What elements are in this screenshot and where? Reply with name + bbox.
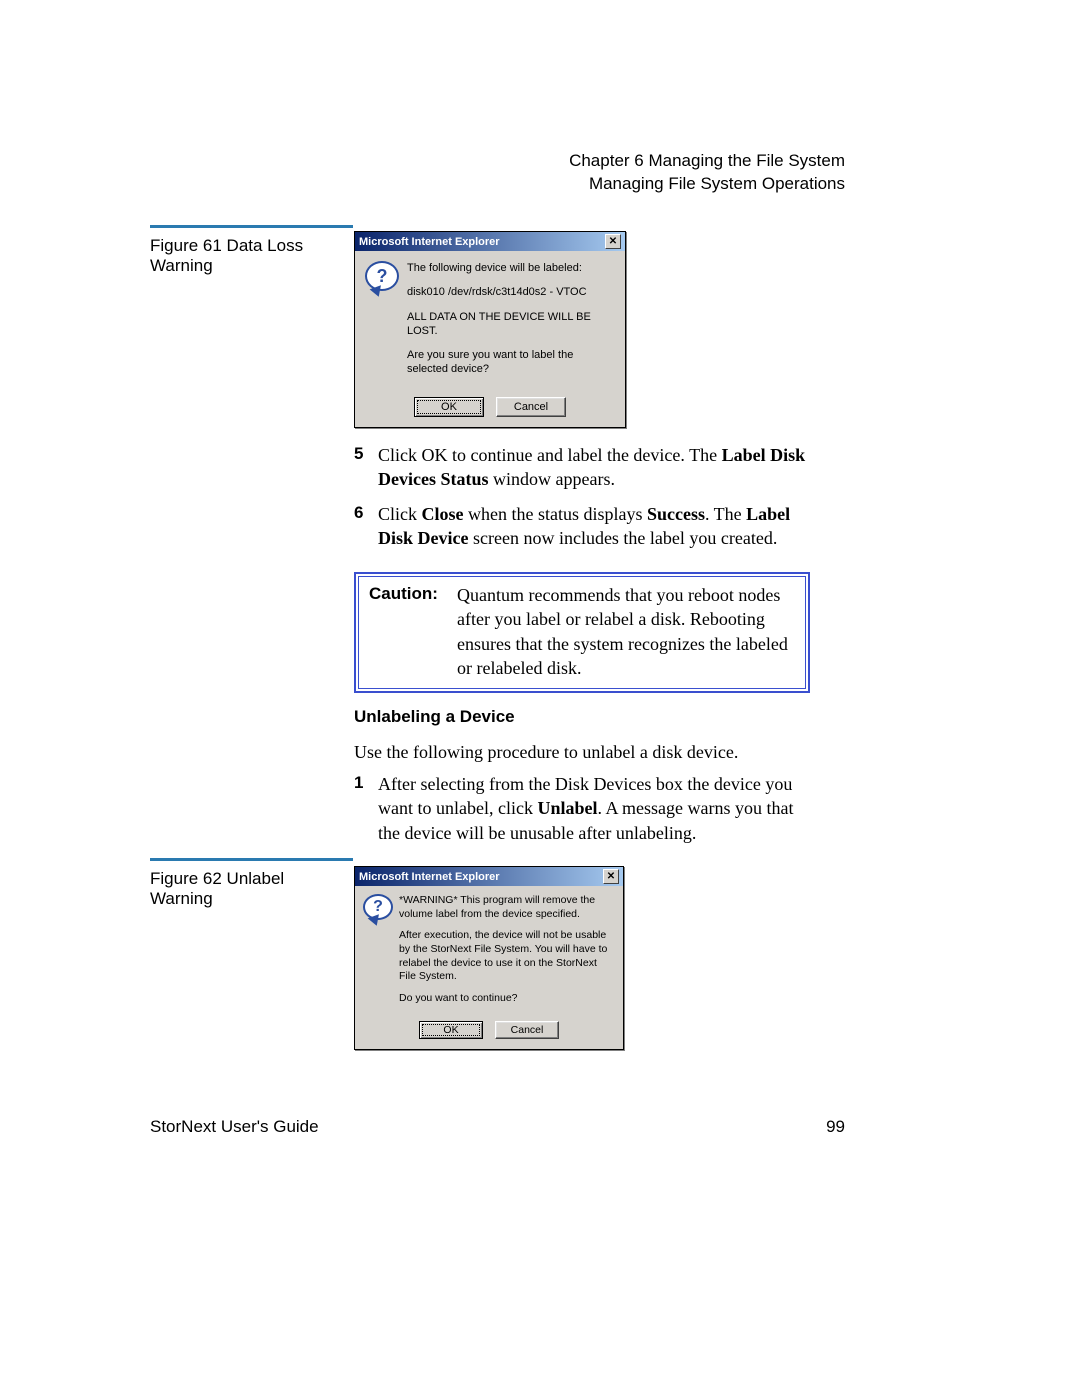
- chapter-line: Chapter 6 Managing the File System: [569, 150, 845, 173]
- dialog-line3: ALL DATA ON THE DEVICE WILL BE LOST.: [407, 310, 615, 339]
- unlabel-intro: Use the following procedure to unlabel a…: [354, 740, 814, 764]
- data-loss-warning-dialog: Microsoft Internet Explorer ✕ ? The foll…: [354, 231, 626, 428]
- dialog-line4: Are you sure you want to label the selec…: [407, 348, 615, 377]
- step-5-text: Click OK to continue and label the devic…: [378, 443, 814, 492]
- step-6-text: Click Close when the status displays Suc…: [378, 502, 814, 551]
- unlabeling-subhead: Unlabeling a Device: [354, 707, 515, 727]
- dialog-message: The following device will be labeled: di…: [407, 261, 615, 387]
- cancel-button[interactable]: Cancel: [496, 397, 566, 417]
- dialog-line1: The following device will be labeled:: [407, 261, 615, 275]
- step-1-unlabel: 1 After selecting from the Disk Devices …: [354, 772, 814, 855]
- dialog-line2: disk010 /dev/rdsk/c3t14d0s2 - VTOC: [407, 285, 615, 299]
- steps-5-6: 5 Click OK to continue and label the dev…: [354, 443, 814, 560]
- page-number: 99: [826, 1117, 845, 1137]
- cancel-button[interactable]: Cancel: [495, 1021, 559, 1039]
- question-icon: ?: [365, 261, 397, 387]
- step-number: 1: [354, 772, 378, 845]
- dialog-title: Microsoft Internet Explorer: [359, 236, 500, 248]
- ok-button[interactable]: OK: [419, 1021, 483, 1039]
- figure-rule: [150, 858, 353, 861]
- footer-title: StorNext User's Guide: [150, 1117, 319, 1137]
- caution-box: Caution: Quantum recommends that you reb…: [354, 572, 810, 693]
- step-number: 5: [354, 443, 378, 492]
- figure-rule: [150, 225, 353, 228]
- dialog-p3: Do you want to continue?: [399, 992, 615, 1006]
- step-number: 6: [354, 502, 378, 551]
- step-1u-text: After selecting from the Disk Devices bo…: [378, 772, 814, 845]
- ok-button[interactable]: OK: [414, 397, 484, 417]
- question-icon: ?: [363, 894, 391, 1013]
- dialog-titlebar: Microsoft Internet Explorer ✕: [355, 232, 625, 251]
- dialog-p1: *WARNING* This program will remove the v…: [399, 894, 615, 921]
- close-icon[interactable]: ✕: [603, 869, 619, 884]
- dialog-p2: After execution, the device will not be …: [399, 929, 615, 984]
- figure-61-caption: Figure 61 Data Loss Warning: [150, 236, 350, 276]
- caution-text: Quantum recommends that you reboot nodes…: [457, 583, 795, 680]
- page-header: Chapter 6 Managing the File System Manag…: [569, 150, 845, 196]
- figure-62-caption: Figure 62 Unlabel Warning: [150, 869, 350, 909]
- unlabel-warning-dialog: Microsoft Internet Explorer ✕ ? *WARNING…: [354, 866, 624, 1050]
- close-icon[interactable]: ✕: [605, 234, 621, 249]
- section-line: Managing File System Operations: [569, 173, 845, 196]
- caution-label: Caution:: [369, 583, 457, 680]
- dialog-message: *WARNING* This program will remove the v…: [399, 894, 615, 1013]
- page-footer: StorNext User's Guide 99: [150, 1117, 845, 1137]
- dialog-titlebar: Microsoft Internet Explorer ✕: [355, 867, 623, 886]
- dialog-title: Microsoft Internet Explorer: [359, 871, 500, 883]
